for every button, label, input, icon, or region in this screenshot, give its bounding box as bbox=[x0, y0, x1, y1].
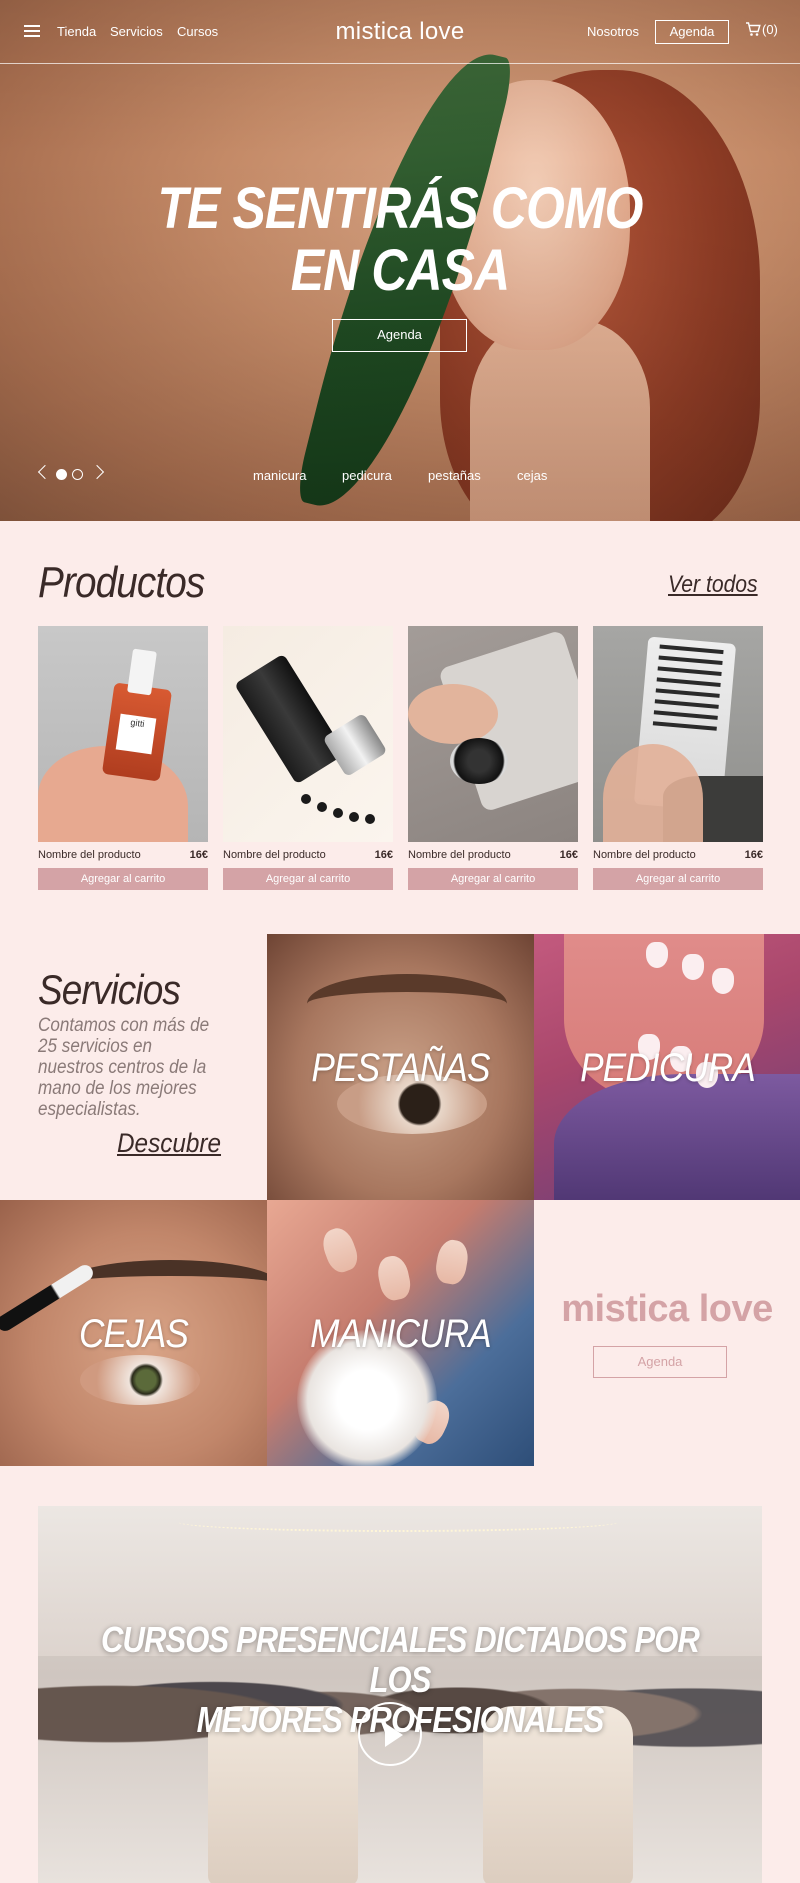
brand-agenda-button[interactable]: Agenda bbox=[593, 1346, 727, 1378]
services-description: Contamos con más de 25 servicios en nues… bbox=[38, 1015, 210, 1120]
hero-agenda-button[interactable]: Agenda bbox=[332, 319, 467, 352]
hero-category-cejas[interactable]: cejas bbox=[517, 468, 547, 483]
product-brand-label: gitti bbox=[115, 713, 157, 755]
hero-section: Tienda Servicios Cursos mistica love Nos… bbox=[0, 0, 800, 521]
product-price: 16€ bbox=[189, 849, 208, 861]
courses-title-line-1: CURSOS PRESENCIALES DICTADOS POR LOS bbox=[100, 1619, 700, 1700]
product-card: Nombre del producto 16€ Agregar al carrit… bbox=[593, 626, 763, 890]
play-video-icon[interactable] bbox=[358, 1702, 422, 1766]
hero-title-line-2: EN CASA bbox=[290, 238, 510, 303]
product-name: Nombre del producto bbox=[38, 849, 141, 861]
product-image[interactable] bbox=[593, 626, 763, 842]
courses-video-banner[interactable]: CURSOS PRESENCIALES DICTADOS POR LOS MEJ… bbox=[38, 1506, 762, 1883]
add-to-cart-button[interactable]: Agregar al carrito bbox=[408, 868, 578, 890]
product-name: Nombre del producto bbox=[223, 849, 326, 861]
nav-link-nosotros[interactable]: Nosotros bbox=[587, 24, 639, 39]
product-price: 16€ bbox=[744, 849, 763, 861]
discover-services-link[interactable]: Descubre bbox=[117, 1128, 221, 1159]
cart-count: (0) bbox=[762, 22, 778, 37]
add-to-cart-button[interactable]: Agregar al carrito bbox=[593, 868, 763, 890]
carousel-dot-1[interactable] bbox=[56, 469, 67, 480]
service-tile-pestanas[interactable]: PESTAÑAS bbox=[267, 934, 534, 1200]
add-to-cart-button[interactable]: Agregar al carrito bbox=[38, 868, 208, 890]
brand-logo-large: mistica love bbox=[561, 1288, 773, 1330]
service-tile-label: CEJAS bbox=[78, 1312, 189, 1356]
product-image[interactable] bbox=[408, 626, 578, 842]
service-tile-label: PEDICURA bbox=[580, 1046, 756, 1090]
product-card: Nombre del producto 16€ Agregar al carrit… bbox=[408, 626, 578, 890]
product-image[interactable]: gitti bbox=[38, 626, 208, 842]
service-tile-label: PESTAÑAS bbox=[311, 1046, 490, 1090]
cart-icon bbox=[746, 22, 761, 36]
product-card: Nombre del producto 16€ Agregar al carrit… bbox=[223, 626, 393, 890]
service-tile-cejas[interactable]: CEJAS bbox=[0, 1200, 267, 1466]
products-title: Productos bbox=[38, 558, 205, 607]
product-name: Nombre del producto bbox=[593, 849, 696, 861]
service-tile-pedicura[interactable]: PEDICURA bbox=[534, 934, 800, 1200]
product-price: 16€ bbox=[374, 849, 393, 861]
hero-category-pedicura[interactable]: pedicura bbox=[342, 468, 392, 483]
carousel-dot-2[interactable] bbox=[72, 469, 83, 480]
brand-promo-tile: mistica love Agenda bbox=[534, 1200, 800, 1466]
add-to-cart-button[interactable]: Agregar al carrito bbox=[223, 868, 393, 890]
services-title: Servicios bbox=[38, 966, 181, 1013]
service-tile-label: MANICURA bbox=[310, 1312, 492, 1356]
hero-title: TE SENTIRÁS COMO EN CASA bbox=[56, 178, 744, 302]
eye-image bbox=[80, 1355, 200, 1405]
product-name: Nombre del producto bbox=[408, 849, 511, 861]
top-nav: Tienda Servicios Cursos mistica love Nos… bbox=[0, 0, 800, 64]
product-card: gitti Nombre del producto 16€ Agregar al … bbox=[38, 626, 208, 890]
cart-button[interactable]: (0) bbox=[745, 22, 778, 37]
see-all-products-link[interactable]: Ver todos bbox=[668, 571, 758, 599]
product-image[interactable] bbox=[223, 626, 393, 842]
hero-category-manicura[interactable]: manicura bbox=[253, 468, 306, 483]
nav-agenda-button[interactable]: Agenda bbox=[655, 20, 729, 44]
service-tile-manicura[interactable]: MANICURA bbox=[267, 1200, 534, 1466]
string-lights bbox=[178, 1512, 618, 1532]
product-price: 16€ bbox=[559, 849, 578, 861]
hero-title-line-1: TE SENTIRÁS COMO bbox=[157, 176, 643, 241]
hero-category-pestanas[interactable]: pestañas bbox=[428, 468, 481, 483]
